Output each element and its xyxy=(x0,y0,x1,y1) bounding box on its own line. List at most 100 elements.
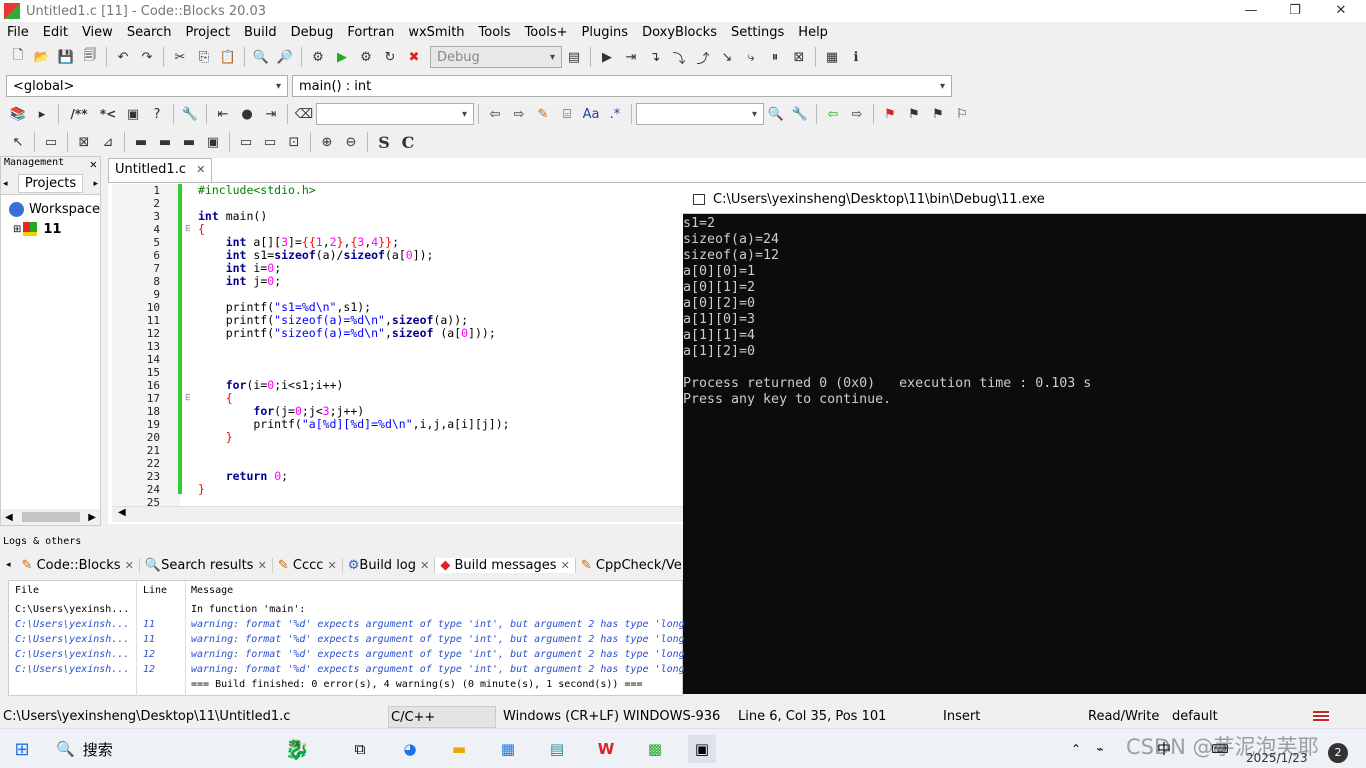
search-prev-icon[interactable]: ⇦ xyxy=(484,103,506,125)
close-icon[interactable]: ✕ xyxy=(196,163,205,176)
scroll-thumb[interactable] xyxy=(21,512,80,522)
run-to-cursor-icon[interactable]: ⇥ xyxy=(620,46,642,68)
notification-badge[interactable]: 2 xyxy=(1328,743,1348,763)
widget-rect-icon[interactable]: ▭ xyxy=(40,131,62,153)
step-into-icon[interactable]: ⤵ xyxy=(668,46,690,68)
doxywizard-icon[interactable]: 📚 xyxy=(7,103,29,125)
extract-icon[interactable]: ▸ xyxy=(31,103,53,125)
menu-doxyblocks[interactable]: DoxyBlocks xyxy=(635,25,724,40)
menu-fortran[interactable]: Fortran xyxy=(340,25,401,40)
html-icon[interactable]: ▣ xyxy=(122,103,144,125)
save-all-icon[interactable]: 🗐 xyxy=(79,46,101,68)
build-gear-icon[interactable]: ⚙ xyxy=(307,46,329,68)
chm-icon[interactable]: ? xyxy=(146,103,168,125)
horizontal-scrollbar[interactable]: ◀ ▶ xyxy=(1,509,100,525)
menu-wxsmith[interactable]: wxSmith xyxy=(401,25,471,40)
new-file-icon[interactable]: 🗋 xyxy=(7,46,29,68)
close-icon[interactable]: ✕ xyxy=(125,559,134,572)
replace-icon[interactable]: 🔎 xyxy=(274,46,296,68)
step-instruction-icon[interactable]: ⤷ xyxy=(740,46,762,68)
maximize-button[interactable]: ❐ xyxy=(1272,0,1318,22)
store-icon[interactable]: ▦ xyxy=(494,735,522,763)
config-wrench-icon[interactable]: 🔧 xyxy=(179,103,201,125)
widget-frame-icon[interactable]: ▭ xyxy=(235,131,257,153)
menu-help[interactable]: Help xyxy=(791,25,835,40)
expand-icon[interactable]: ⊞ xyxy=(13,224,21,235)
task-view-icon[interactable]: ⧉ xyxy=(346,735,374,763)
selected-text-icon[interactable]: ⌸ xyxy=(556,103,578,125)
column-header-message[interactable]: Message xyxy=(191,585,233,596)
column-header-line[interactable]: Line xyxy=(143,585,167,596)
minimize-button[interactable]: — xyxy=(1228,0,1274,22)
table-row[interactable]: C:\Users\yexinsh... 11 warning: format '… xyxy=(9,634,684,649)
scroll-left-icon[interactable]: ◀ xyxy=(5,512,13,523)
clear-flags-icon[interactable]: ⚐ xyxy=(951,103,973,125)
table-row[interactable]: C:\Users\yexinsh... In function 'main': xyxy=(9,604,684,619)
editor-tab[interactable]: Untitled1.c ✕ xyxy=(108,158,213,182)
next-instruction-icon[interactable]: ↘ xyxy=(716,46,738,68)
tab-projects[interactable]: Projects xyxy=(17,174,84,193)
menu-settings[interactable]: Settings xyxy=(724,25,791,40)
close-icon[interactable]: ✕ xyxy=(420,559,429,572)
jump-dot-icon[interactable]: ● xyxy=(236,103,258,125)
tab-search-results[interactable]: 🔍Search results ✕ xyxy=(140,557,273,573)
widget-dialog-icon[interactable]: ⊡ xyxy=(283,131,305,153)
tab-scroll-right-icon[interactable]: ▸ xyxy=(93,179,98,189)
c-icon[interactable]: C xyxy=(397,131,419,153)
target-dialog-icon[interactable]: ▤ xyxy=(563,46,585,68)
codeblocks-taskbar-icon[interactable]: ▩ xyxy=(641,735,669,763)
incremental-search-input[interactable]: ▾ xyxy=(316,103,474,125)
table-row[interactable]: === Build finished: 0 error(s), 4 warnin… xyxy=(9,679,684,694)
menu-edit[interactable]: Edit xyxy=(36,25,75,40)
step-out-icon[interactable]: ⤴ xyxy=(692,46,714,68)
widget-box2-icon[interactable]: ▬ xyxy=(154,131,176,153)
taskbar-search[interactable]: 🔍 搜索 xyxy=(56,735,156,763)
scope-select[interactable]: <global> ▾ xyxy=(6,75,288,97)
next-line-icon[interactable]: ↴ xyxy=(644,46,666,68)
tab-cppcheck[interactable]: ✎ CppCheck/Ve xyxy=(576,558,683,573)
close-button[interactable]: ✕ xyxy=(1318,0,1364,22)
close-icon[interactable]: ✕ xyxy=(258,559,267,572)
regex-icon[interactable]: .* xyxy=(604,103,626,125)
run-icon[interactable]: ▶ xyxy=(331,46,353,68)
close-icon[interactable]: ✕ xyxy=(328,559,337,572)
tab-scroll-left-icon[interactable]: ◂ xyxy=(3,179,8,189)
toggle-bookmark-icon[interactable]: ⚑ xyxy=(879,103,901,125)
tab-cccc[interactable]: ✎ Cccc ✕ xyxy=(273,557,343,573)
menu-debug[interactable]: Debug xyxy=(284,25,341,40)
tab-build-log[interactable]: ⚙Build log ✕ xyxy=(343,557,436,573)
thread-search-icon[interactable]: 🔍 xyxy=(765,103,787,125)
file-explorer-icon[interactable]: ▬ xyxy=(445,735,473,763)
block-comment-button[interactable]: /** xyxy=(64,103,94,125)
console-window[interactable]: C:\Users\yexinsheng\Desktop\11\bin\Debug… xyxy=(683,186,1366,694)
rebuild-icon[interactable]: ↻ xyxy=(379,46,401,68)
pointer-icon[interactable]: ↖ xyxy=(7,131,29,153)
zoom-out-icon[interactable]: ⊖ xyxy=(340,131,362,153)
editor-hscrollbar[interactable]: ◀ xyxy=(112,506,683,522)
tab-scroll-left-icon[interactable]: ◂ xyxy=(0,560,17,570)
code-area[interactable]: #include<stdio.h> int main() { int a[][3… xyxy=(190,184,684,506)
menu-tools-plus[interactable]: Tools+ xyxy=(518,25,575,40)
menu-view[interactable]: View xyxy=(75,25,120,40)
search-next-icon[interactable]: ⇨ xyxy=(508,103,530,125)
save-icon[interactable]: 💾 xyxy=(55,46,77,68)
paste-icon[interactable]: 📋 xyxy=(217,46,239,68)
widget-box3-icon[interactable]: ▬ xyxy=(178,131,200,153)
copy-icon[interactable]: ⎘ xyxy=(193,46,215,68)
prev-bookmark-icon[interactable]: ⇦ xyxy=(822,103,844,125)
menu-build[interactable]: Build xyxy=(237,25,284,40)
thread-search-options-icon[interactable]: 🔧 xyxy=(789,103,811,125)
info-icon[interactable]: ℹ xyxy=(845,46,867,68)
stop-debug-icon[interactable]: ⊠ xyxy=(788,46,810,68)
jump-back-icon[interactable]: ⇤ xyxy=(212,103,234,125)
debug-windows-icon[interactable]: ▦ xyxy=(821,46,843,68)
widget-panel-icon[interactable]: ▭ xyxy=(259,131,281,153)
widget-image-icon[interactable]: ⊠ xyxy=(73,131,95,153)
workspace-node[interactable]: Workspace xyxy=(9,199,100,219)
table-row[interactable]: C:\Users\yexinsh... 12 warning: format '… xyxy=(9,649,684,664)
chart-app-icon[interactable]: ▤ xyxy=(543,735,571,763)
menu-file[interactable]: File xyxy=(0,25,36,40)
abort-icon[interactable]: ✖ xyxy=(403,46,425,68)
line-comment-button[interactable]: *< xyxy=(96,103,120,125)
next-bookmark-icon[interactable]: ⇨ xyxy=(846,103,868,125)
